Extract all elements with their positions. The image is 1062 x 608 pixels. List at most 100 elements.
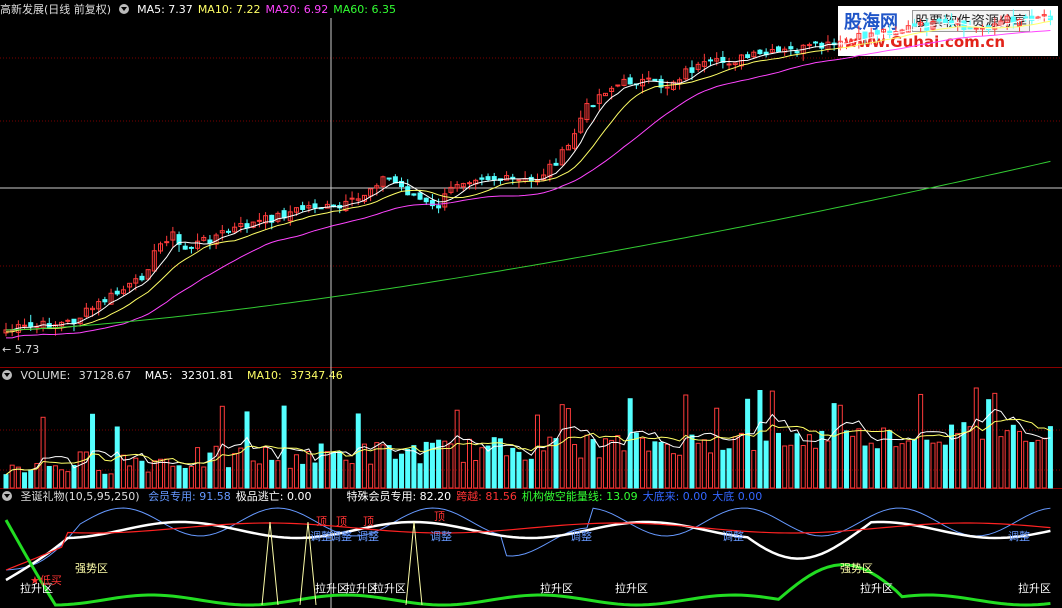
volume-bar	[936, 441, 942, 489]
ma20-line	[5, 29, 1051, 339]
ma5-line	[5, 17, 1051, 331]
volume-bar	[874, 448, 880, 489]
volume-bar	[905, 440, 911, 489]
volume-bar	[794, 433, 800, 489]
volume-bar	[207, 452, 213, 489]
candle-body	[467, 182, 472, 185]
candle-body	[28, 322, 34, 327]
volume-bar	[726, 448, 732, 489]
volume-bar	[924, 439, 930, 489]
indicator-signal-label: 调整	[570, 530, 592, 543]
volume-bar	[368, 463, 374, 489]
candle-body	[429, 200, 435, 207]
volume-bar	[596, 457, 602, 489]
volume-bar	[670, 453, 676, 489]
volume-bar	[1017, 430, 1023, 489]
volume-bar	[1023, 440, 1029, 489]
volume-bar	[145, 471, 151, 489]
volume-bar	[238, 447, 244, 489]
candle-body	[911, 23, 917, 27]
indicator-signal-label: 调整	[722, 530, 744, 543]
volume-bar	[102, 473, 108, 489]
volume-bar	[689, 434, 695, 489]
volume-bar	[59, 469, 65, 489]
volume-bar	[541, 450, 547, 489]
volume-bar	[380, 444, 386, 489]
volume-bar	[306, 451, 312, 489]
indicator-red-line	[5, 522, 1051, 571]
volume-bar	[510, 447, 516, 489]
volume-bar	[998, 436, 1004, 489]
volume-bar	[460, 461, 466, 489]
volume-bar	[751, 449, 757, 489]
candle-body	[423, 197, 429, 203]
candle-body	[436, 205, 442, 209]
volume-bar	[683, 394, 689, 489]
volume-bar	[423, 441, 429, 489]
volume-bar	[782, 445, 788, 489]
volume-bar	[417, 463, 423, 489]
candle-body	[485, 176, 491, 181]
volume-bar	[590, 439, 596, 489]
volume-bar	[1004, 430, 1010, 489]
volume-bar	[528, 458, 534, 489]
indicator-signal-label: 拉升区	[315, 582, 348, 595]
volume-bar	[516, 451, 522, 489]
candle-body	[164, 241, 170, 244]
volume-bar	[813, 447, 819, 489]
candle-body	[726, 63, 732, 66]
volume-bar	[454, 409, 460, 489]
volume-bar	[757, 390, 763, 489]
volume-bar	[263, 447, 269, 489]
volume-bar	[572, 444, 578, 489]
candle-body	[708, 59, 714, 62]
volume-bar	[331, 451, 337, 489]
volume-bar	[868, 442, 874, 489]
volume-bar	[973, 387, 979, 489]
indicator-signal-label: 拉升区	[1018, 582, 1051, 595]
volume-bar	[343, 459, 349, 489]
candle-body	[627, 77, 633, 85]
volume-bar	[40, 416, 46, 489]
volume-bar	[788, 444, 794, 489]
volume-bar	[522, 459, 528, 489]
indicator-signal-label: 调整	[357, 530, 379, 543]
volume-bar	[979, 438, 985, 489]
indicator-spike	[405, 521, 423, 606]
indicator-signal-label: 调整	[310, 530, 332, 543]
candle-body	[102, 299, 108, 303]
indicator-signal-label: 强势区	[840, 562, 873, 575]
candle-body	[689, 67, 695, 73]
candle-body	[664, 86, 670, 89]
candle-body	[776, 46, 781, 52]
volume-bar	[3, 474, 9, 489]
volume-bar	[627, 398, 633, 489]
candle-body	[936, 18, 942, 22]
candle-body	[788, 46, 794, 50]
candle-body	[71, 318, 77, 324]
volume-bar	[1010, 424, 1016, 489]
volume-bar	[133, 457, 139, 489]
volume-bar	[695, 442, 701, 489]
volume-bar	[769, 390, 775, 489]
volume-bar	[52, 465, 58, 489]
volume-bar	[658, 441, 664, 489]
volume-bar	[664, 443, 670, 489]
volume-bar	[633, 432, 639, 489]
volume-bar	[800, 445, 806, 489]
volume-bar	[9, 464, 15, 489]
candle-body	[114, 290, 120, 295]
volume-bar	[164, 458, 170, 489]
volume-bar	[300, 463, 306, 489]
volume-bar	[182, 467, 188, 489]
volume-bar	[399, 453, 405, 489]
candle-body	[757, 49, 763, 55]
candle-body	[942, 18, 948, 24]
volume-bar	[1041, 437, 1047, 489]
volume-bar	[843, 430, 849, 489]
candle-body	[862, 31, 868, 39]
candle-body	[491, 176, 497, 181]
candle-body	[386, 177, 392, 180]
volume-bar	[281, 405, 287, 489]
ma10-line	[5, 20, 1051, 333]
